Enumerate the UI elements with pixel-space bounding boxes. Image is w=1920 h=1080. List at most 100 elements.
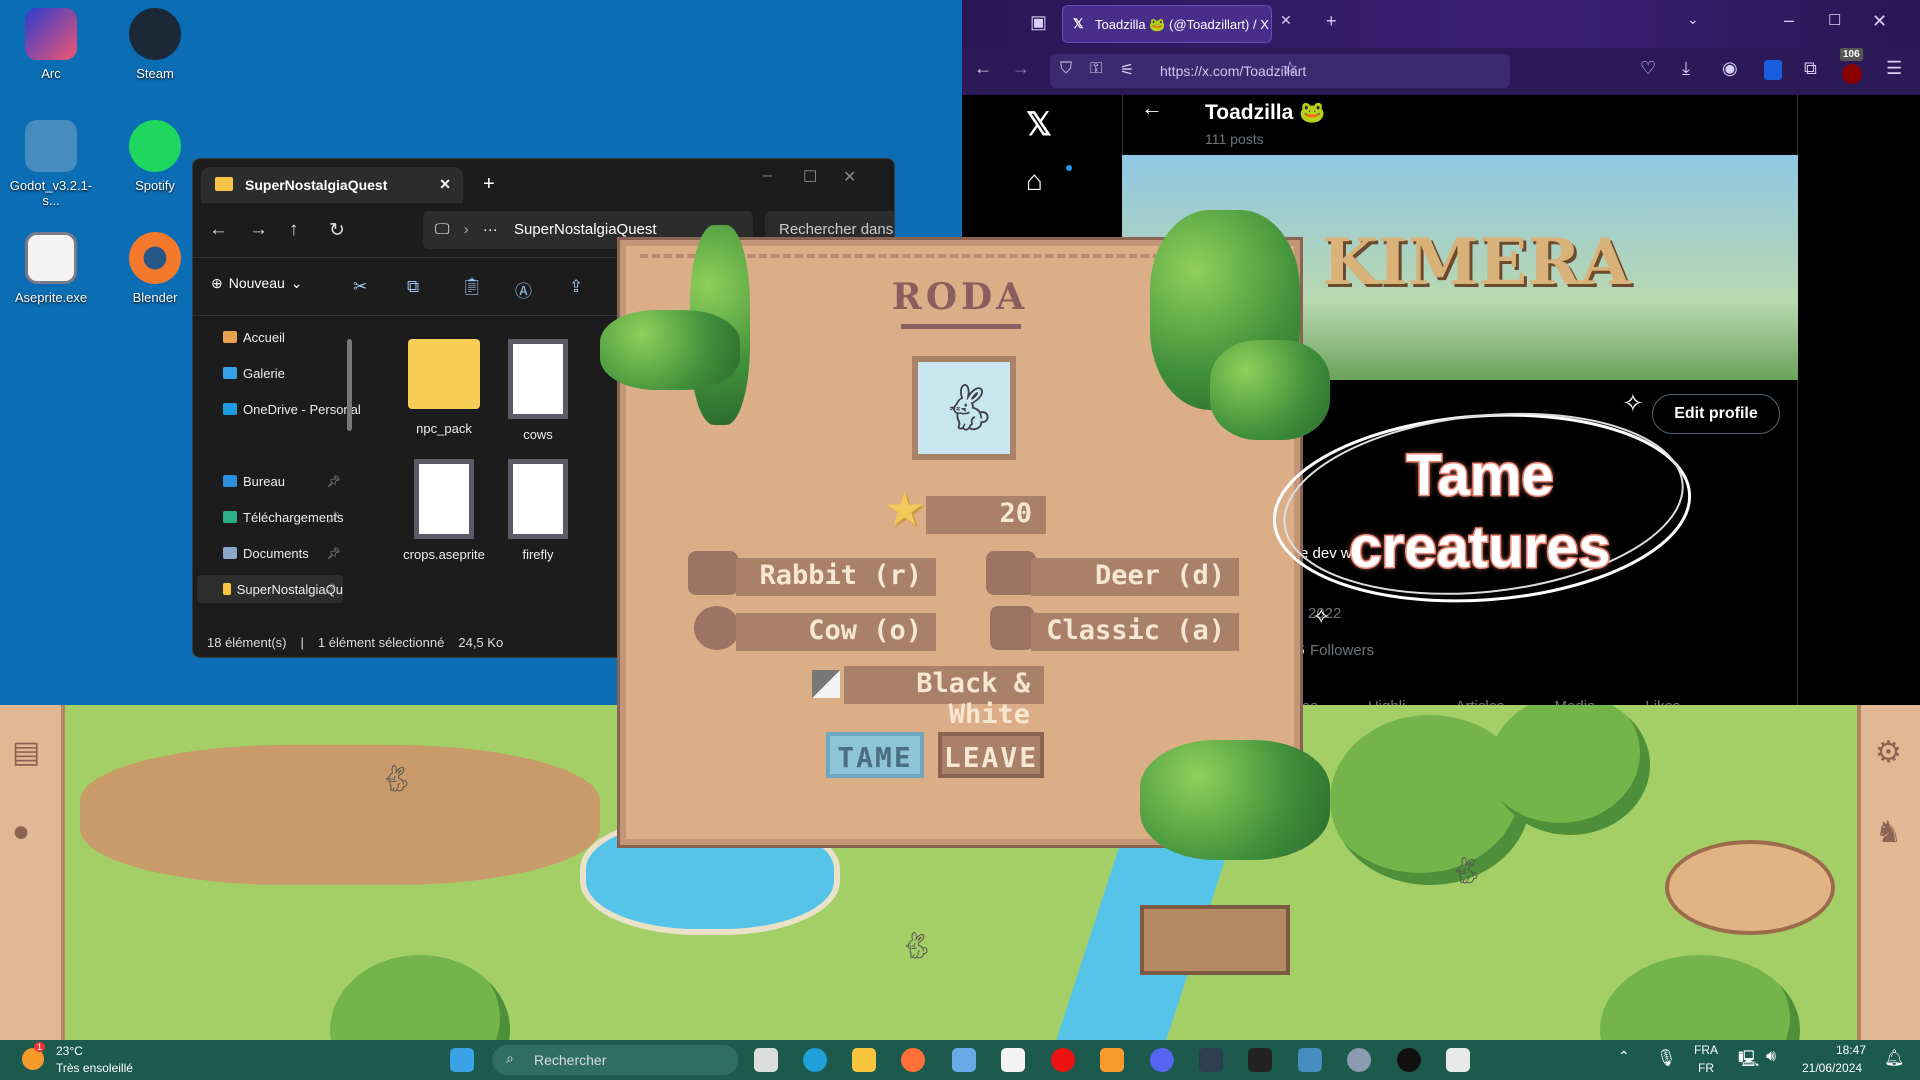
clock-date[interactable]: 21/06/2024 <box>1802 1061 1862 1075</box>
sidebar-item-onedrive[interactable]: OneDrive - Personal <box>223 395 363 423</box>
microphone-icon[interactable]: 🎙︎ <box>1656 1048 1676 1068</box>
weather-temp[interactable]: 23°C <box>56 1044 83 1058</box>
url-bar[interactable]: ⛉ ⚿ ⚟ https://x.com/Toadzillart <box>1050 54 1510 88</box>
pocket-icon[interactable]: ♡ <box>1640 58 1656 79</box>
rabbit-creature[interactable]: 🐇︎ <box>1450 855 1483 886</box>
discord-icon[interactable] <box>1150 1048 1174 1072</box>
pin-icon[interactable]: 📌︎ <box>327 511 341 524</box>
volume-icon[interactable]: 🔊︎ <box>1766 1048 1776 1066</box>
rabbit-creature[interactable]: 🐇︎ <box>900 930 933 961</box>
sidebar-item-galerie[interactable]: Galerie <box>223 359 347 387</box>
tab-overview-icon[interactable]: ▣ <box>1030 12 1047 33</box>
opera-icon[interactable] <box>1051 1048 1075 1072</box>
firefox-icon[interactable] <box>901 1048 925 1072</box>
tab-list-icon[interactable]: ⌄ <box>1687 11 1699 28</box>
maximize-icon[interactable]: ☐ <box>1828 11 1841 29</box>
x-app-icon[interactable] <box>1199 1048 1223 1072</box>
forward-icon[interactable]: → <box>249 219 268 241</box>
pin-icon[interactable]: 📌︎ <box>327 547 341 560</box>
path-current[interactable]: SuperNostalgiaQuest <box>514 221 657 238</box>
x-logo-icon[interactable]: 𝕏 <box>1026 105 1052 143</box>
pin-icon[interactable]: 📌︎ <box>323 583 337 596</box>
share-icon[interactable]: ⇪ <box>569 277 583 297</box>
close-window-icon[interactable]: ✕ <box>1872 11 1887 32</box>
ublock-icon[interactable] <box>1842 64 1862 84</box>
terminal-icon[interactable] <box>1248 1048 1272 1072</box>
account-icon[interactable]: ◉ <box>1722 58 1738 79</box>
permissions-icon[interactable]: ⚟ <box>1120 60 1134 80</box>
sidebar-item-accueil[interactable]: Accueil <box>223 323 347 351</box>
notepad-icon[interactable] <box>952 1048 976 1072</box>
start-windows-icon[interactable] <box>450 1048 474 1072</box>
file-item-firefly[interactable]: firefly <box>483 459 593 562</box>
tame-button[interactable]: TAME <box>826 732 924 778</box>
back-arrow-icon[interactable]: ← <box>1141 95 1163 121</box>
back-icon[interactable]: ← <box>209 219 228 241</box>
forward-icon[interactable]: → <box>1012 58 1030 79</box>
lock-icon[interactable]: ⚿ <box>1090 60 1102 78</box>
aseprite-taskbar-icon[interactable] <box>1001 1048 1025 1072</box>
rabbit-creature[interactable]: 🐇︎ <box>380 763 413 794</box>
menu-icon[interactable]: ☰ <box>1886 58 1902 79</box>
back-icon[interactable]: ← <box>974 58 992 79</box>
up-icon[interactable]: ↑ <box>289 219 299 241</box>
path-ellipsis[interactable]: ··· <box>483 221 498 238</box>
close-window-icon[interactable]: ✕ <box>843 167 856 187</box>
sidebar-scrollbar[interactable] <box>347 339 352 431</box>
leave-button[interactable]: LEAVE <box>938 732 1044 778</box>
settings-gear-icon[interactable]: ⚙ <box>1875 735 1902 770</box>
keyboard-layout[interactable]: FR <box>1698 1061 1714 1075</box>
maximize-icon[interactable]: ☐ <box>803 167 817 187</box>
sidebar-item-supernostalgiaquest[interactable]: SuperNostalgiaQu 📌︎ <box>197 575 343 603</box>
sidebar-item-telechargements[interactable]: Téléchargements 📌︎ <box>223 503 347 531</box>
weather-desc[interactable]: Très ensoleillé <box>56 1061 133 1075</box>
creature-icon[interactable]: ♞ <box>1875 815 1902 850</box>
game-app-icon[interactable] <box>1446 1048 1470 1072</box>
close-tab-icon[interactable]: ✕ <box>439 176 451 193</box>
explorer-tab[interactable]: SuperNostalgiaQuest ✕ <box>201 167 463 203</box>
chevron-up-icon[interactable]: ⌃ <box>1618 1048 1630 1065</box>
desktop-icon-spotify[interactable]: Spotify <box>110 120 200 193</box>
tab-x-profile[interactable]: 𝕏 Toadzilla 🐸 (@Toadzillart) / X <box>1062 5 1272 43</box>
desktop-icon-arc[interactable]: Arc <box>6 8 96 81</box>
notification-bell-icon[interactable]: 🔔︎ <box>1884 1048 1904 1068</box>
desktop-icon-godot[interactable]: Godot_v3.2.1-s... <box>6 120 96 208</box>
obs-icon[interactable] <box>1397 1048 1421 1072</box>
home-icon[interactable]: ⌂ <box>1026 165 1043 197</box>
bitwarden-icon[interactable] <box>1764 60 1782 80</box>
sidebar-item-documents[interactable]: Documents 📌︎ <box>223 539 347 567</box>
desktop-icon-aseprite[interactable]: Aseprite.exe <box>6 232 96 305</box>
file-item-cows[interactable]: cows <box>483 339 593 442</box>
network-icon[interactable]: 🖳 <box>1738 1048 1759 1075</box>
desktop-icon-blender[interactable]: Blender <box>110 232 200 305</box>
settings-icon[interactable] <box>1347 1048 1371 1072</box>
desktop-icon-steam[interactable]: Steam <box>110 8 200 81</box>
minimize-icon[interactable]: – <box>763 167 772 185</box>
new-tab-icon[interactable]: + <box>483 173 495 196</box>
download-icon[interactable]: ⤓ <box>1682 58 1690 79</box>
sublime-icon[interactable] <box>1100 1048 1124 1072</box>
bookmark-star-icon[interactable]: ☆ <box>1282 58 1298 79</box>
paste-icon[interactable]: 📋︎ <box>461 277 483 297</box>
new-tab-icon[interactable]: + <box>1326 11 1337 32</box>
pin-icon[interactable]: 📌︎ <box>327 475 341 488</box>
minimize-icon[interactable]: – <box>1784 10 1794 31</box>
map-icon[interactable]: ▤ <box>12 735 40 770</box>
copy-icon[interactable]: ⧉ <box>407 277 419 297</box>
new-button[interactable]: ⊕ Nouveau ⌄ <box>211 275 303 292</box>
close-tab-icon[interactable]: ✕ <box>1280 12 1292 29</box>
cut-icon[interactable]: ✂ <box>353 277 367 297</box>
extensions-icon[interactable]: ⧉ <box>1804 58 1817 79</box>
clock-time[interactable]: 18:47 <box>1816 1043 1866 1057</box>
shield-icon[interactable]: ⛉ <box>1060 60 1072 78</box>
edge-icon[interactable] <box>803 1048 827 1072</box>
refresh-icon[interactable]: ↻ <box>329 219 345 242</box>
godot-taskbar-icon[interactable] <box>1298 1048 1322 1072</box>
rename-icon[interactable]: Ⓐ <box>515 277 532 302</box>
file-explorer-icon[interactable] <box>852 1048 876 1072</box>
sidebar-item-bureau[interactable]: Bureau 📌︎ <box>223 467 347 495</box>
taskbar-search[interactable]: ⌕ Rechercher <box>492 1045 738 1075</box>
task-view-icon[interactable] <box>754 1048 778 1072</box>
language-code[interactable]: FRA <box>1694 1043 1718 1057</box>
bag-icon[interactable]: ● <box>12 815 30 849</box>
